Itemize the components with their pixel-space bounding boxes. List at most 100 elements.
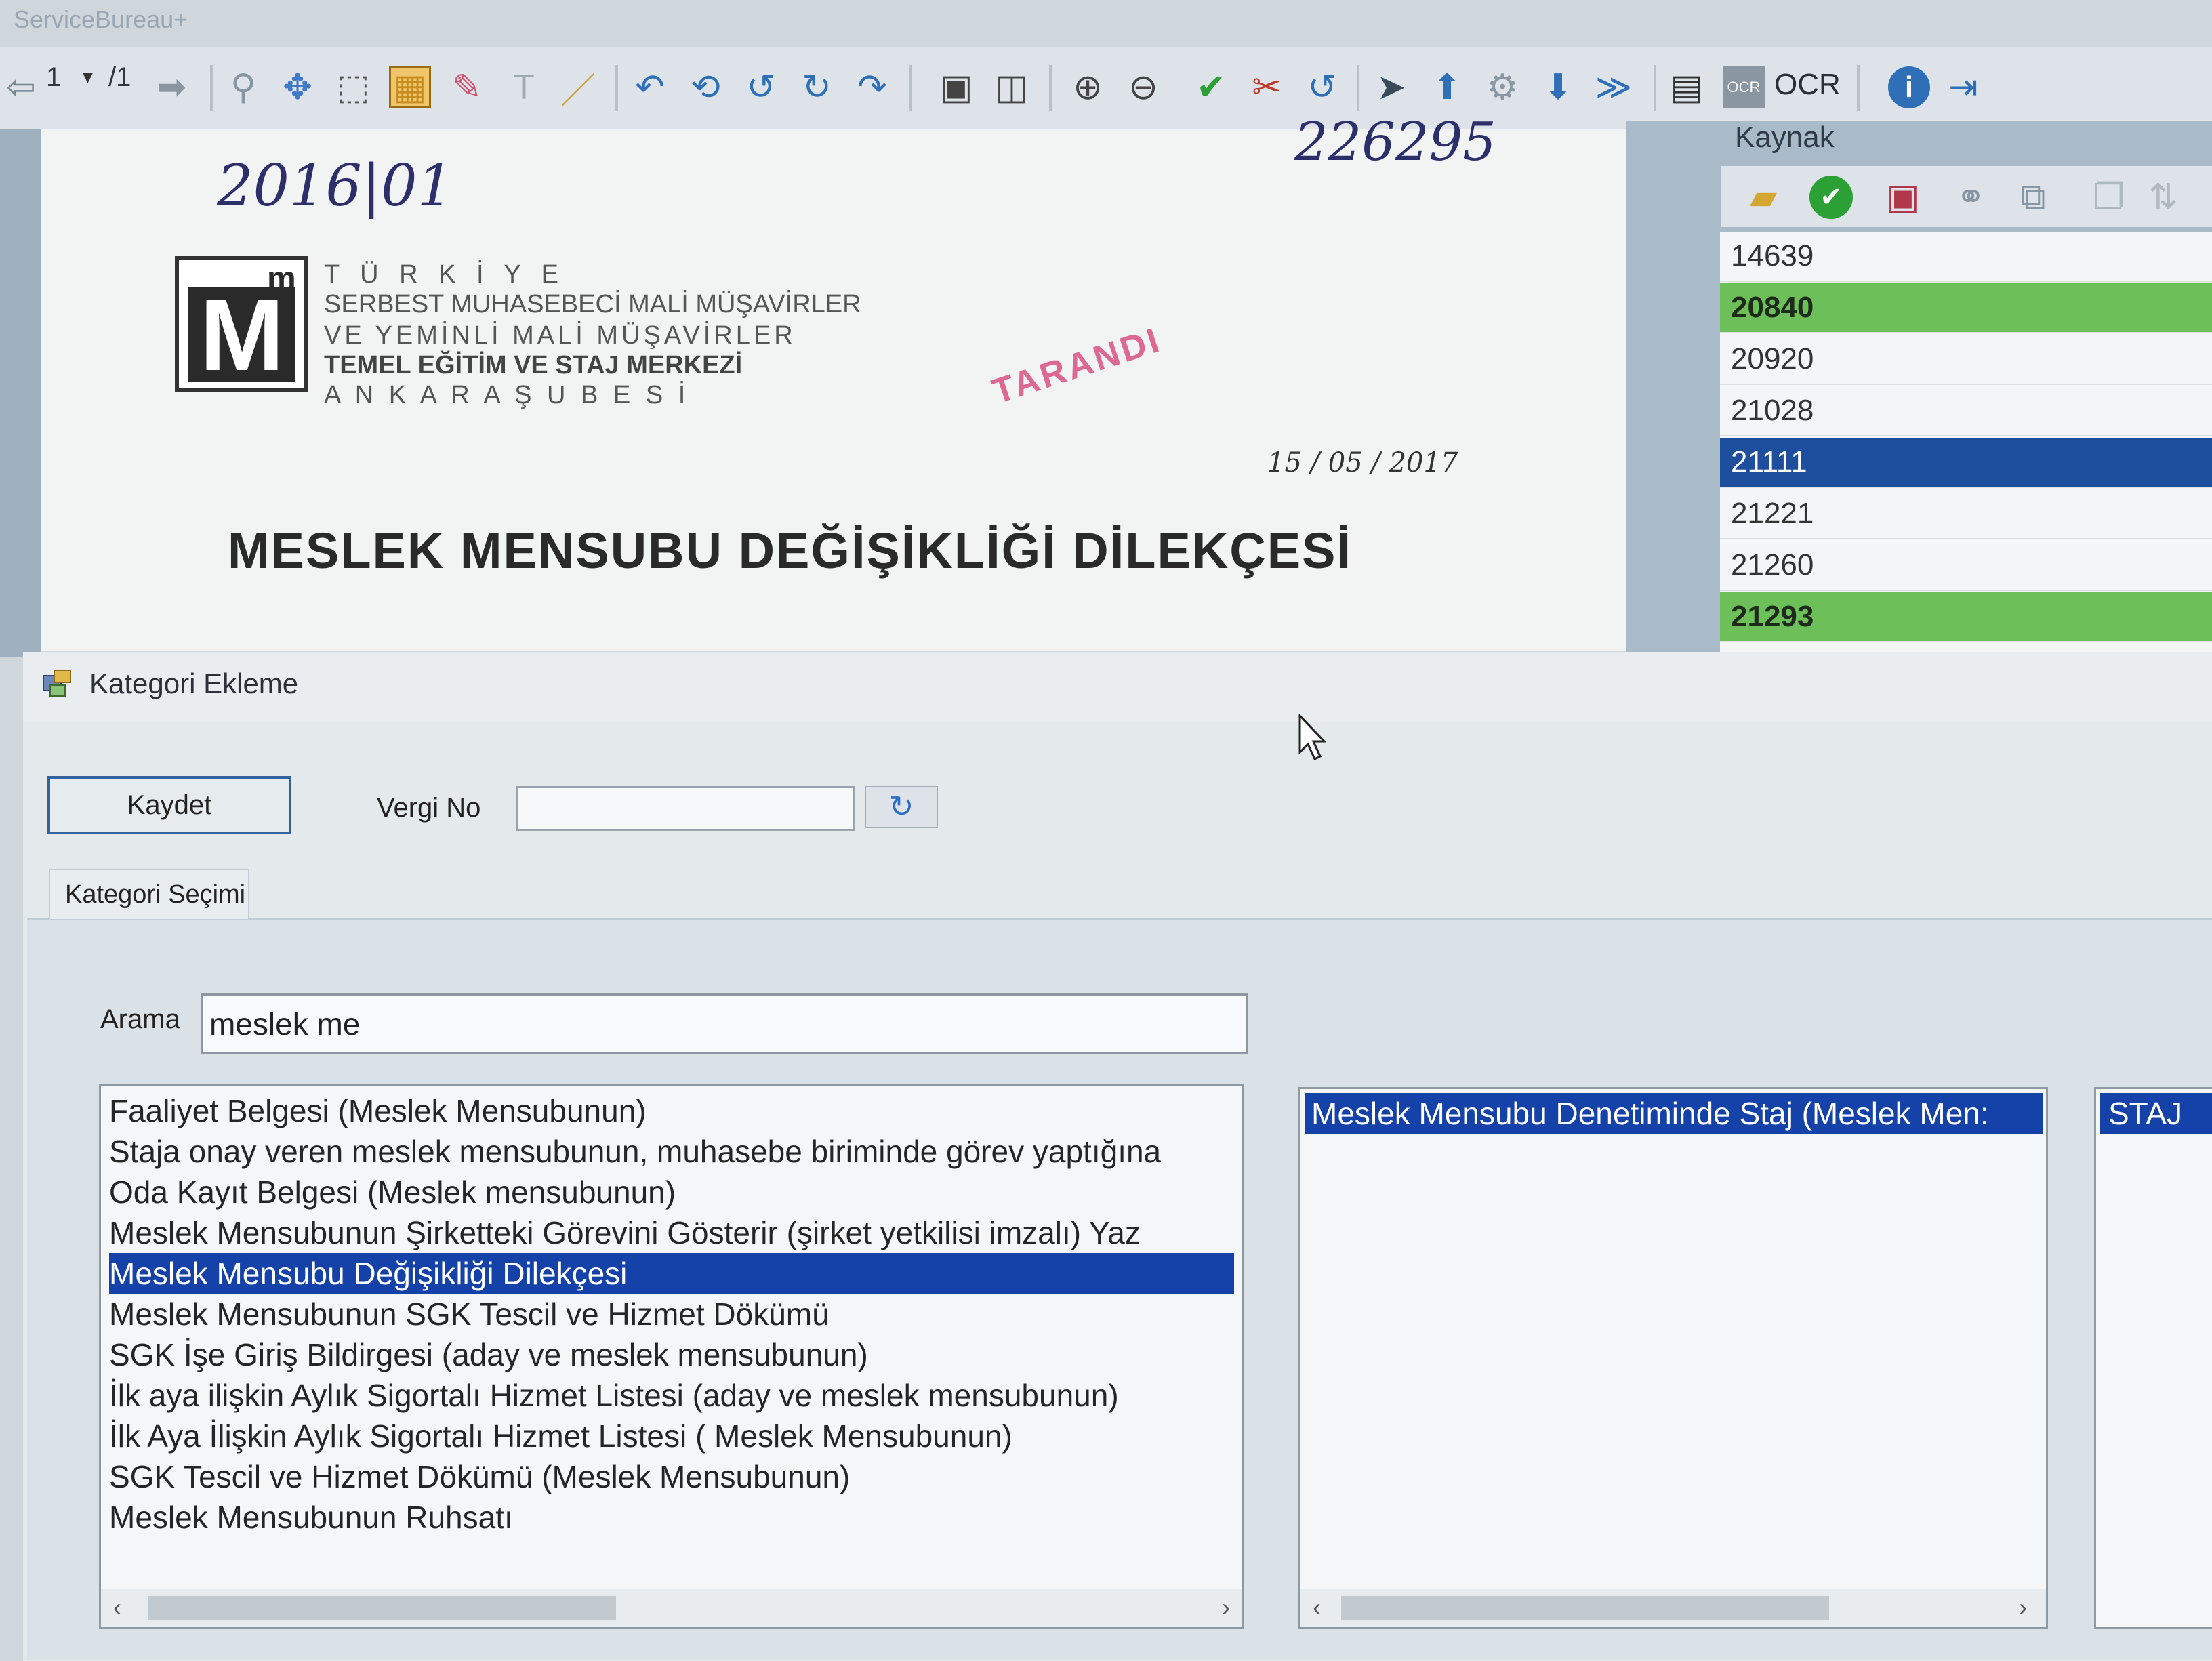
move-down-icon[interactable]: ⬇ <box>1537 66 1579 108</box>
next-icon[interactable]: ≫ <box>1593 66 1635 108</box>
list-item[interactable]: SGK İşe Giriş Bildirgesi (aday ve meslek… <box>109 1334 1234 1375</box>
scrollbar-thumb[interactable] <box>1341 1596 1829 1620</box>
toolbar-separator <box>210 65 213 111</box>
kaynak-row[interactable]: 21260 <box>1720 541 2212 591</box>
exit-icon[interactable]: ⇥ <box>1942 66 1984 108</box>
list-item-selected[interactable]: STAJ <box>2100 1093 2212 1134</box>
reset-icon[interactable]: ↺ <box>1301 66 1343 108</box>
back-arrow-icon[interactable]: ⇦ <box>0 66 42 108</box>
ocr-icon[interactable]: OCR <box>1723 66 1765 108</box>
selected-category-list[interactable]: Meslek Mensubu Denetiminde Staj (Meslek … <box>1298 1087 2048 1629</box>
mouse-cursor-icon <box>1298 714 1326 761</box>
selected-list-scrollbar[interactable]: ‹ › <box>1300 1589 2046 1627</box>
send-icon[interactable]: ➤ <box>1370 66 1412 108</box>
fit-page-icon[interactable]: ▣ <box>935 66 977 108</box>
pan-icon[interactable]: ✥ <box>276 66 319 108</box>
scroll-right-icon[interactable]: › <box>1222 1593 1230 1622</box>
search-input[interactable] <box>201 993 1248 1054</box>
vergi-no-input[interactable] <box>516 786 855 831</box>
dialog-titlebar <box>23 652 2212 722</box>
kaynak-list: 14639 20840 20920 21028 21111 21221 2126… <box>1720 232 2212 656</box>
toolbar-separator <box>1654 65 1656 111</box>
cut-icon[interactable]: ✂ <box>1246 66 1288 108</box>
document-heading: MESLEK MENSUBU DEĞİŞİKLİĞİ DİLEKÇESİ <box>228 522 1353 579</box>
toolbar-separator <box>1857 65 1860 111</box>
logo-superscript: m <box>267 261 296 297</box>
tab-kategori-secimi[interactable]: Kategori Seçimi <box>49 869 249 919</box>
info-icon[interactable]: i <box>1888 66 1930 108</box>
org-name-line: SERBEST MUHASEBECİ MALİ MÜŞAVİRLER <box>324 290 861 319</box>
kaynak-row[interactable]: 14639 <box>1720 232 2212 282</box>
rotate-right-icon[interactable]: ↻ <box>796 66 838 108</box>
kaynak-row-selected[interactable]: 21111 <box>1720 438 2212 488</box>
save-button[interactable]: Kaydet <box>47 776 291 834</box>
search-label: Arama <box>100 1004 180 1034</box>
org-name-line: A N K A R A Ş U B E S İ <box>324 381 690 409</box>
print-icon[interactable]: ▤ <box>1666 66 1708 108</box>
org-name-line: VE YEMİNLİ MALİ MÜŞAVİRLER <box>324 321 796 350</box>
page-dropdown-icon[interactable]: ▾ <box>83 65 93 89</box>
list-item[interactable]: İlk Aya İlişkin Aylık Sigortalı Hizmet L… <box>109 1416 1234 1456</box>
handwritten-number: 226295 <box>1294 112 1496 173</box>
select-rect-icon[interactable]: ⬚ <box>332 66 374 108</box>
vergi-no-label: Vergi No <box>377 793 481 823</box>
staj-list[interactable]: STAJ <box>2094 1087 2212 1629</box>
refresh-button[interactable]: ↻ <box>865 786 938 828</box>
refresh-icon: ↻ <box>888 790 914 823</box>
list-item-selected[interactable]: Meslek Mensubu Denetiminde Staj (Meslek … <box>1305 1093 2043 1134</box>
list-item[interactable]: Meslek Mensubunun SGK Tescil ve Hizmet D… <box>109 1294 1234 1334</box>
settings-icon[interactable]: ⚙ <box>1481 66 1523 108</box>
fit-width-icon[interactable]: ◫ <box>991 66 1033 108</box>
copy-icon[interactable]: ❐ <box>2087 176 2131 219</box>
kaynak-row[interactable]: 21221 <box>1720 489 2212 539</box>
page-total: /1 <box>108 62 131 92</box>
document-date: 15 / 05 / 2017 <box>1267 447 1458 478</box>
zoom-out-icon[interactable]: ⊖ <box>1122 66 1164 108</box>
pen-icon[interactable]: ／ <box>557 66 599 111</box>
zoom-in-icon[interactable]: ⊕ <box>1067 66 1109 108</box>
dialog-title: Kategori Ekleme <box>89 668 299 699</box>
crop-icon[interactable]: ▦ <box>389 66 431 108</box>
link-icon[interactable]: ⚭ <box>1949 176 1992 219</box>
list-item-selected[interactable]: Meslek Mensubu Değişikliği Dilekçesi <box>109 1253 1234 1294</box>
list-item[interactable]: Meslek Mensubunun Şirketteki Görevini Gö… <box>109 1212 1234 1253</box>
list-item[interactable]: Oda Kayıt Belgesi (Meslek mensubunun) <box>109 1172 1234 1212</box>
folder-icon[interactable]: ▰ <box>1742 176 1785 219</box>
kaynak-title: Kaynak <box>1735 121 1835 154</box>
sort-icon[interactable]: ⇅ <box>2142 176 2185 219</box>
list-item[interactable]: İlk aya ilişkin Aylık Sigortalı Hizmet L… <box>109 1375 1234 1416</box>
scroll-left-icon[interactable]: ‹ <box>113 1593 121 1622</box>
category-list[interactable]: Faaliyet Belgesi (Meslek Mensubunun) Sta… <box>99 1084 1244 1629</box>
rotate-icon[interactable]: ⟲ <box>684 66 726 108</box>
kaynak-row[interactable]: 20920 <box>1720 335 2212 385</box>
page-number[interactable]: 1 <box>46 62 61 93</box>
org-name-line: TEMEL EĞİTİM VE STAJ MERKEZİ <box>324 351 743 380</box>
network-icon[interactable]: ⧉ <box>2011 176 2055 219</box>
redo-icon[interactable]: ↷ <box>851 66 893 108</box>
organization-logo: M m <box>175 256 308 392</box>
scroll-right-icon[interactable]: › <box>2019 1593 2027 1622</box>
list-item[interactable]: SGK Tescil ve Hizmet Dökümü (Meslek Mens… <box>109 1456 1234 1497</box>
ocr-button-label[interactable]: OCR <box>1774 68 1841 102</box>
text-icon[interactable]: T <box>503 66 545 108</box>
undo-icon[interactable]: ↶ <box>629 66 671 108</box>
scrollbar-thumb[interactable] <box>148 1596 616 1620</box>
check-icon[interactable]: ✔ <box>1190 66 1232 108</box>
forward-arrow-icon[interactable]: ➡ <box>150 66 192 108</box>
scroll-left-icon[interactable]: ‹ <box>1313 1593 1321 1622</box>
org-name-line: T Ü R K İ Y E <box>324 260 565 289</box>
category-list-scrollbar[interactable]: ‹ › <box>101 1589 1242 1627</box>
rotate-left-icon[interactable]: ↺ <box>740 66 782 108</box>
list-item[interactable]: Meslek Mensubunun Ruhsatı <box>109 1497 1234 1538</box>
approve-icon[interactable]: ✔ <box>1809 176 1853 219</box>
list-item[interactable]: Staja onay veren meslek mensubunun, muha… <box>109 1131 1234 1172</box>
list-item[interactable]: Faaliyet Belgesi (Meslek Mensubunun) <box>109 1090 1234 1131</box>
kaynak-row[interactable]: 21028 <box>1720 386 2212 436</box>
move-up-icon[interactable]: ⬆ <box>1426 66 1468 108</box>
kaynak-row[interactable]: 20840 <box>1720 283 2212 333</box>
kaynak-row[interactable]: 21293 <box>1720 592 2212 642</box>
eraser-icon[interactable]: ✎ <box>446 66 488 108</box>
search-icon[interactable]: ⚲ <box>222 66 264 108</box>
logo-letter: M <box>188 284 295 386</box>
save-disk-icon[interactable]: ▣ <box>1881 176 1925 219</box>
